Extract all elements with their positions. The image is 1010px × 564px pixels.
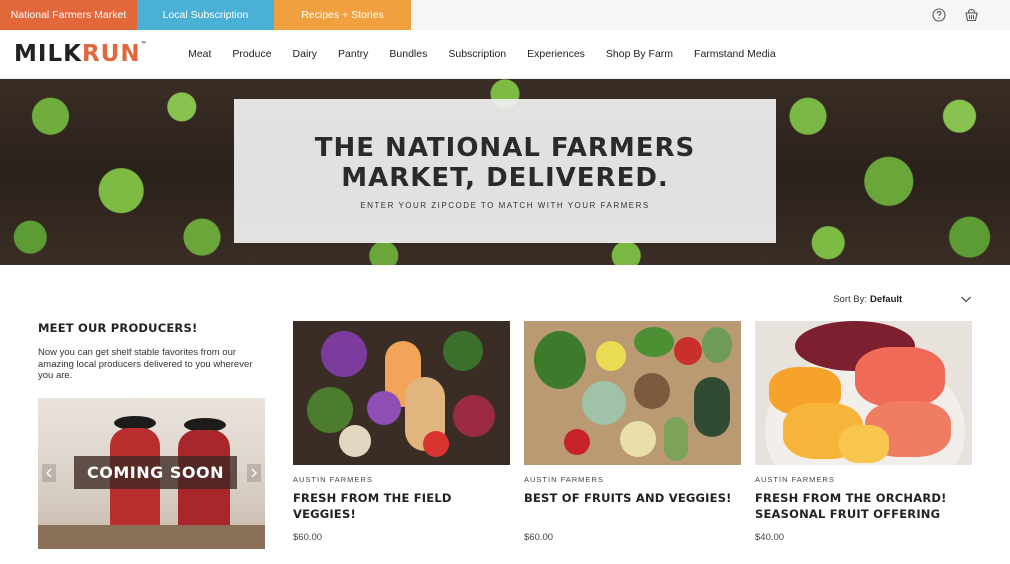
milkrun-logo[interactable]: MILK RUN ™ (14, 41, 148, 67)
nav-item-experiences[interactable]: Experiences (517, 48, 596, 60)
hero-title-line1: The National Farmers (314, 132, 696, 163)
product-name[interactable]: Fresh from the field veggies! (293, 490, 510, 522)
utility-icons (930, 6, 980, 24)
product-price: $40.00 (755, 532, 785, 543)
producers-section: MEET OUR PRODUCERS! Now you can get shel… (38, 321, 266, 549)
nav-item-bundles[interactable]: Bundles (379, 48, 438, 60)
sort-label: Sort By: (833, 293, 867, 305)
nav-item-shop-by-farm[interactable]: Shop By Farm (595, 48, 683, 60)
producers-description: Now you can get shelf stable favorites f… (38, 347, 253, 381)
product-farm: Austin Farmers (755, 475, 835, 484)
chevron-down-icon (960, 293, 972, 305)
nav-items: Meat Produce Dairy Pantry Bundles Subscr… (178, 48, 787, 60)
sort-dropdown[interactable]: Sort By: Default (833, 293, 972, 305)
coming-soon-badge: COMING SOON (74, 456, 237, 489)
logo-trademark: ™ (140, 41, 148, 48)
product-farm: Austin Farmers (293, 475, 373, 484)
product-image[interactable] (293, 321, 510, 465)
nav-item-meat[interactable]: Meat (178, 48, 222, 60)
hero-subtitle: Enter your zipcode to match with your fa… (360, 200, 650, 210)
carousel-next-button[interactable] (247, 464, 261, 482)
hero-card: The National Farmers Market, Delivered. … (234, 99, 776, 243)
tab-recipes-stories[interactable]: Recipes + Stories (274, 0, 411, 30)
product-name[interactable]: Fresh from the orchard! Seasonal fruit o… (755, 490, 972, 522)
product-card[interactable]: Austin Farmers Fresh from the field vegg… (293, 321, 510, 543)
market-table (38, 525, 265, 549)
logo-part1: MILK (14, 41, 82, 67)
tab-national-farmers-market[interactable]: National Farmers Market (0, 0, 137, 30)
nav-item-dairy[interactable]: Dairy (282, 48, 328, 60)
carousel-prev-button[interactable] (42, 464, 56, 482)
product-card[interactable]: Austin Farmers Fresh from the orchard! S… (755, 321, 972, 543)
tab-local-subscription[interactable]: Local Subscription (137, 0, 274, 30)
main-nav: MILK RUN ™ Meat Produce Dairy Pantry Bundl… (0, 30, 1010, 79)
logo-part2: RUN (81, 41, 141, 67)
product-card[interactable]: Austin Farmers Best of fruits and veggie… (524, 321, 741, 543)
nav-item-produce[interactable]: Produce (222, 48, 282, 60)
nav-item-pantry[interactable]: Pantry (328, 48, 379, 60)
product-image[interactable] (755, 321, 972, 465)
top-utility-bar: National Farmers Market Local Subscripti… (0, 0, 1010, 30)
main-content: Sort By: Default MEET OUR PRODUCERS! Now… (0, 265, 1010, 564)
hero-title-line2: Market, Delivered. (341, 162, 669, 193)
product-image[interactable] (524, 321, 741, 465)
product-price: $60.00 (293, 532, 323, 543)
sort-value: Default (870, 293, 903, 305)
help-circle-icon[interactable] (930, 6, 948, 24)
basket-icon[interactable] (962, 6, 980, 24)
product-name[interactable]: Best of fruits and veggies! (524, 490, 741, 506)
product-price: $60.00 (524, 532, 554, 543)
nav-item-farmstand-media[interactable]: Farmstand Media (684, 48, 787, 60)
producers-title: MEET OUR PRODUCERS! (38, 321, 198, 335)
nav-item-subscription[interactable]: Subscription (438, 48, 517, 60)
producers-carousel-image[interactable]: COMING SOON (38, 398, 265, 549)
product-farm: Austin Farmers (524, 475, 604, 484)
hero-banner: The National Farmers Market, Delivered. … (0, 79, 1010, 265)
